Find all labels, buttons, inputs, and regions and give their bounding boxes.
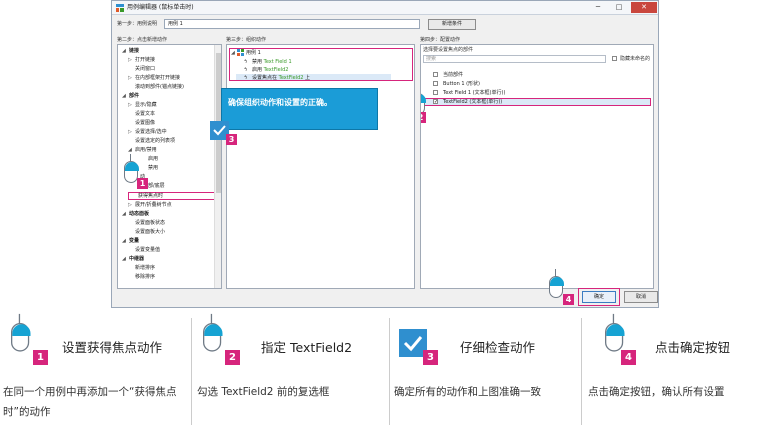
tree-item-open-in-frame[interactable]: 在内部框架打开链接: [135, 75, 180, 81]
tree-item-set-variable[interactable]: 设置变量值: [135, 247, 160, 253]
configure-action-panel: 选择要设置焦点的部件 搜索 隐藏未命名的 当前部件 Button 1 (形状) …: [420, 44, 654, 289]
hide-unnamed-label: 隐藏未命名的: [620, 56, 651, 62]
lightning-icon: ϟ: [244, 75, 248, 81]
action-2-target: TextField2: [263, 67, 289, 73]
minimize-button[interactable]: ─: [588, 2, 608, 13]
action-3-prefix: 设置焦点在: [252, 75, 278, 81]
legend-desc-2: 勾选 TextField2 前的复选框: [197, 386, 330, 398]
legend-number-2: 2: [225, 350, 240, 365]
ok-button[interactable]: 确定: [582, 291, 616, 303]
tree-item-enable[interactable]: 启用: [148, 156, 158, 162]
tree-item-disable[interactable]: 禁用: [148, 165, 158, 171]
widget-label-textfield1: Text Field 1 (文本框(单行)): [443, 90, 506, 96]
tree-group-link[interactable]: 链接: [129, 48, 139, 54]
marker-4: 4: [563, 294, 574, 305]
action-row-2[interactable]: 启用 TextField2: [252, 67, 288, 73]
step4-subtitle: 选择要设置焦点的部件: [423, 47, 474, 53]
case-name-input[interactable]: 用例 1: [164, 19, 420, 29]
legend-number-1: 1: [33, 350, 48, 365]
action-1-target: Text Field 1: [263, 59, 292, 65]
tree-item-set-selected[interactable]: 设置选择/选中: [135, 129, 167, 135]
legend-number-3: 3: [423, 350, 438, 365]
step4-title: 第四步：配置动作: [420, 37, 461, 43]
tree-item-remove-sort[interactable]: 移除排序: [135, 274, 155, 280]
tree-group-dynamic-panel[interactable]: 动态面板: [129, 211, 149, 217]
tree-item-scroll-to[interactable]: 滚动到部件(锚点链接): [135, 84, 184, 90]
legend-step-2: 2 指定 TextField2 勾选 TextField2 前的复选框: [192, 312, 388, 425]
lightning-icon: ϟ: [244, 59, 248, 65]
new-condition-button[interactable]: 新增条件: [428, 19, 476, 30]
action-2-prefix: 启用: [252, 67, 263, 73]
step1-label: 第一步：用例说明: [117, 21, 158, 27]
action-3-suffix: 上: [305, 75, 311, 81]
tree-scrollbar[interactable]: [214, 45, 221, 288]
organize-actions-panel: ◢ 用例 1 ϟ 禁用 Text Field 1 ϟ 启用 TextField2…: [226, 44, 415, 289]
lightning-icon: ϟ: [244, 67, 248, 73]
legend-desc-1: 在同一个用例中再添加一个“获得焦点时”的动作: [3, 386, 177, 418]
tree-group-repeater[interactable]: 中继器: [129, 256, 144, 262]
legend-desc-4: 点击确定按钮，确认所有设置: [588, 386, 725, 398]
tree-item-set-list-item[interactable]: 设置选定的列表项: [135, 138, 175, 144]
widget-label-button1: Button 1 (形状): [443, 81, 481, 87]
case-icon: [237, 49, 244, 56]
tree-group-widget[interactable]: 部件: [129, 93, 139, 99]
title-bar: 用例编辑器 (鼠标单击时) ─ □ ✕: [112, 1, 658, 15]
tree-group-variable[interactable]: 变量: [129, 238, 139, 244]
verify-tooltip: 确保组织动作和设置的正确。: [221, 88, 378, 130]
action-row-3[interactable]: 设置焦点在 TextField2 上: [252, 75, 310, 81]
tree-item-set-image[interactable]: 设置图像: [135, 120, 155, 126]
widget-label-current: 当前部件: [443, 72, 464, 78]
widget-checkbox-current[interactable]: [433, 72, 438, 77]
hide-unnamed-checkbox[interactable]: [612, 56, 617, 61]
action-3-target: TextField2: [278, 75, 304, 81]
maximize-button[interactable]: □: [609, 2, 629, 13]
legend-title-3: 仔细检查动作: [460, 340, 536, 355]
tree-item-set-panel-state[interactable]: 设置面板状态: [135, 220, 165, 226]
step3-title: 第三步：组织动作: [226, 37, 267, 43]
legend-title-2: 指定 TextField2: [261, 340, 353, 355]
tree-item-add-sort[interactable]: 新增排序: [135, 265, 155, 271]
app-icon: [116, 4, 124, 12]
legend-desc-3: 确定所有的动作和上图准确一致: [394, 386, 541, 398]
tree-item-open-link[interactable]: 打开链接: [135, 57, 155, 63]
tree-item-expand-collapse[interactable]: 展开/折叠树节点: [135, 202, 172, 208]
action-tree-panel: ◢ 链接 ▷ 打开链接 关闭窗口 ▷ 在内部框架打开链接 滚动到部件(锚点链接)…: [117, 44, 222, 289]
marker-3: 3: [226, 134, 237, 145]
widget-checkbox-textfield2[interactable]: ✓: [433, 99, 438, 105]
legend-step-3: 3 仔细检查动作 确定所有的动作和上图准确一致: [390, 312, 580, 425]
case-editor-dialog: 用例编辑器 (鼠标单击时) ─ □ ✕ 第一步：用例说明 用例 1 新增条件 第…: [111, 0, 659, 308]
widget-checkbox-textfield1[interactable]: [433, 90, 438, 95]
tree-item-enable-disable[interactable]: 启用/禁用: [135, 147, 157, 153]
step2-title: 第二步：点击新增动作: [117, 37, 168, 43]
marker-1: 1: [137, 178, 148, 189]
action-1-prefix: 禁用: [252, 59, 263, 65]
case-node[interactable]: 用例 1: [246, 50, 261, 56]
tree-item-set-panel-size[interactable]: 设置面板大小: [135, 229, 165, 235]
close-button[interactable]: ✕: [631, 2, 657, 13]
legend-step-4: 4 点击确定按钮 点击确定按钮，确认所有设置: [582, 312, 757, 425]
tree-item-set-text[interactable]: 设置文本: [135, 111, 155, 117]
legend-step-1: 1 设置获得焦点动作 在同一个用例中再添加一个“获得焦点时”的动作: [0, 312, 190, 425]
widget-checkbox-button1[interactable]: [433, 81, 438, 86]
legend-number-4: 4: [621, 350, 636, 365]
widget-label-textfield2: TextField2 (文本框(单行)): [443, 99, 503, 105]
window-title: 用例编辑器 (鼠标单击时): [127, 4, 194, 11]
legend-title-1: 设置获得焦点动作: [62, 340, 163, 355]
legend-title-4: 点击确定按钮: [655, 340, 731, 355]
marker-2: 2: [421, 112, 426, 123]
action-row-1[interactable]: 禁用 Text Field 1: [252, 59, 292, 65]
tree-item-show-hide[interactable]: 显示/隐藏: [135, 102, 157, 108]
tree-item-focus[interactable]: 获得焦点时: [138, 193, 163, 199]
cancel-button[interactable]: 取消: [624, 291, 658, 303]
filter-input[interactable]: 搜索: [423, 55, 606, 63]
tree-item-close-window[interactable]: 关闭窗口: [135, 66, 155, 72]
